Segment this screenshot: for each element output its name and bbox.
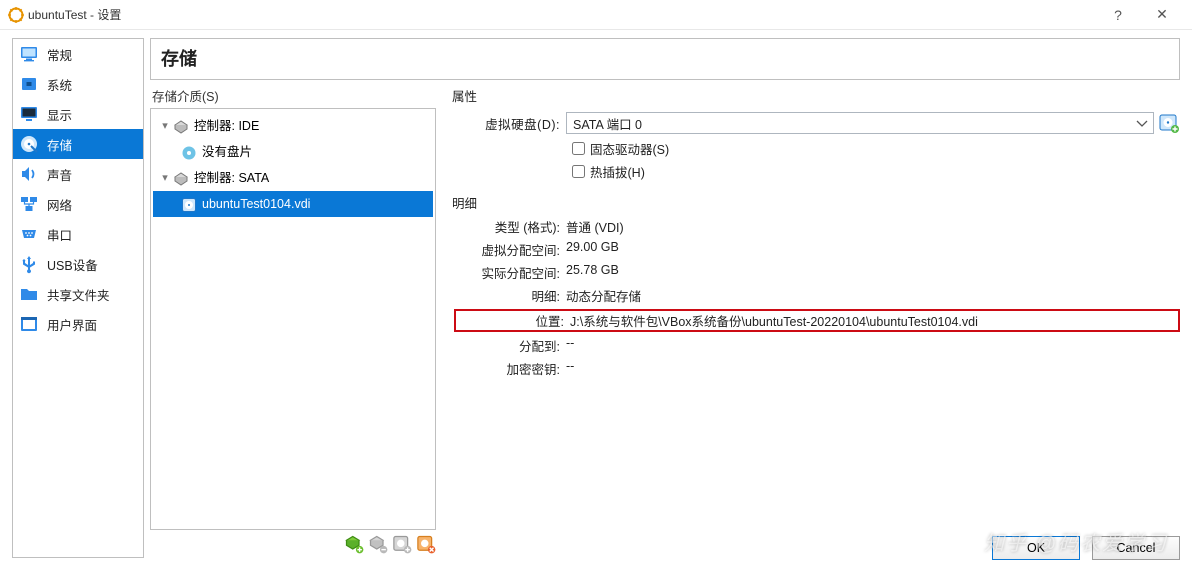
detail-label: 虚拟分配空间: <box>458 240 566 259</box>
detail-label: 明细: <box>458 286 566 305</box>
detail-label: 类型 (格式): <box>458 217 566 236</box>
sidebar-item-storage[interactable]: 存储 <box>13 129 143 159</box>
sidebar-item-serial[interactable]: 串口 <box>13 219 143 249</box>
ui-icon <box>19 314 39 334</box>
ssd-checkbox[interactable] <box>572 142 585 155</box>
sidebar-item-audio[interactable]: 声音 <box>13 159 143 189</box>
tree-item-vdi[interactable]: ubuntuTest0104.vdi <box>153 191 433 217</box>
add-attachment-button[interactable] <box>392 534 412 554</box>
window-title: ubuntuTest - 设置 <box>28 6 121 23</box>
sidebar-item-label: 常规 <box>47 45 72 64</box>
app-icon <box>8 7 24 23</box>
hard-disk-label: 虚拟硬盘(D): <box>458 114 566 133</box>
detail-label: 加密密钥: <box>458 359 566 378</box>
sidebar-item-label: 串口 <box>47 225 72 244</box>
serial-port-icon <box>19 224 39 244</box>
hard-disk-port-value: SATA 端口 0 <box>573 114 642 133</box>
display-icon <box>19 104 39 124</box>
detail-value: -- <box>566 336 1180 355</box>
storage-tree-toolbar <box>150 530 436 558</box>
sidebar-item-network[interactable]: 网络 <box>13 189 143 219</box>
details-section-label: 明细 <box>450 183 1180 215</box>
ok-button[interactable]: OK <box>992 536 1080 560</box>
speaker-icon <box>19 164 39 184</box>
window-titlebar: ubuntuTest - 设置 ? ✕ <box>0 0 1192 30</box>
detail-label: 分配到: <box>458 336 566 355</box>
hdd-icon <box>19 134 39 154</box>
hard-disk-browse-button[interactable] <box>1158 112 1180 134</box>
monitor-icon <box>19 44 39 64</box>
tree-node-label: ubuntuTest0104.vdi <box>202 191 310 217</box>
ssd-checkbox-label: 固态驱动器(S) <box>590 139 669 158</box>
sidebar-item-label: 存储 <box>47 135 72 154</box>
sidebar-item-label: 网络 <box>47 195 72 214</box>
detail-value: -- <box>566 359 1180 378</box>
chevron-down-icon <box>1134 115 1150 131</box>
chip-icon <box>19 74 39 94</box>
detail-label: 位置: <box>458 311 570 330</box>
tree-toggle-icon[interactable]: ▾ <box>159 165 171 191</box>
tree-toggle-icon[interactable]: ▾ <box>159 113 171 139</box>
tree-node-label: 控制器: IDE <box>194 113 259 139</box>
tree-controller-sata[interactable]: ▾ 控制器: SATA <box>153 165 433 191</box>
cancel-button[interactable]: Cancel <box>1092 536 1180 560</box>
tree-node-label: 没有盘片 <box>202 139 252 165</box>
sidebar-item-system[interactable]: 系统 <box>13 69 143 99</box>
hard-disk-icon <box>181 196 197 212</box>
window-help-button[interactable]: ? <box>1096 7 1140 23</box>
detail-value: 动态分配存储 <box>566 286 1180 305</box>
sidebar-item-shared-folders[interactable]: 共享文件夹 <box>13 279 143 309</box>
tree-node-label: 控制器: SATA <box>194 165 269 191</box>
dialog-footer: OK Cancel <box>992 536 1180 560</box>
detail-value: 普通 (VDI) <box>566 217 1180 236</box>
usb-icon <box>19 254 39 274</box>
tree-controller-ide[interactable]: ▾ 控制器: IDE <box>153 113 433 139</box>
sidebar-item-general[interactable]: 常规 <box>13 39 143 69</box>
detail-value: 25.78 GB <box>566 263 1180 282</box>
sidebar-item-label: USB设备 <box>47 255 98 274</box>
storage-devices-label: 存储介质(S) <box>150 80 436 108</box>
tree-item-empty-disc[interactable]: 没有盘片 <box>153 139 433 165</box>
sidebar-item-label: 声音 <box>47 165 72 184</box>
attributes-section-label: 属性 <box>450 80 1180 109</box>
window-close-button[interactable]: ✕ <box>1140 6 1184 23</box>
remove-controller-button[interactable] <box>368 534 388 554</box>
optical-disc-icon <box>181 144 197 160</box>
sidebar-item-user-interface[interactable]: 用户界面 <box>13 309 143 339</box>
remove-attachment-button[interactable] <box>416 534 436 554</box>
network-icon <box>19 194 39 214</box>
add-controller-button[interactable] <box>344 534 364 554</box>
sidebar-item-usb[interactable]: USB设备 <box>13 249 143 279</box>
sidebar-item-label: 共享文件夹 <box>47 285 110 304</box>
detail-label: 实际分配空间: <box>458 263 566 282</box>
sidebar-item-label: 用户界面 <box>47 315 97 334</box>
settings-sidebar: 常规 系统 显示 存储 声音 网络 <box>12 38 144 558</box>
detail-value: 29.00 GB <box>566 240 1180 259</box>
sidebar-item-label: 显示 <box>47 105 72 124</box>
hotplug-checkbox[interactable] <box>572 165 585 178</box>
sidebar-item-display[interactable]: 显示 <box>13 99 143 129</box>
folder-icon <box>19 284 39 304</box>
controller-icon <box>173 118 189 134</box>
storage-devices-tree[interactable]: ▾ 控制器: IDE 没有盘片 ▾ 控制器: SATA <box>150 108 436 530</box>
controller-icon <box>173 170 189 186</box>
hotplug-checkbox-label: 热插拔(H) <box>590 162 645 181</box>
hard-disk-port-select[interactable]: SATA 端口 0 <box>566 112 1154 134</box>
sidebar-item-label: 系统 <box>47 75 72 94</box>
page-title: 存储 <box>150 38 1180 80</box>
detail-location-highlight: 位置:J:\系统与软件包\VBox系统备份\ubuntuTest-2022010… <box>454 309 1180 332</box>
detail-value: J:\系统与软件包\VBox系统备份\ubuntuTest-20220104\u… <box>570 311 1176 330</box>
